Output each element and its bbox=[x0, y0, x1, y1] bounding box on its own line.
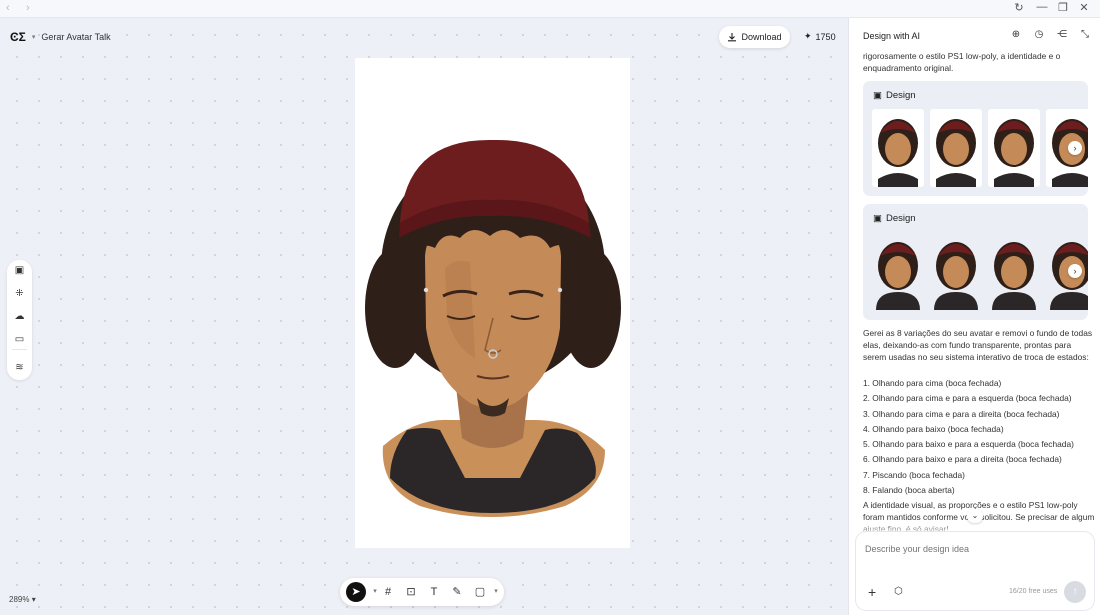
list-item: 6. Olhando para baixo e para a direita (… bbox=[863, 454, 1062, 465]
thumbnail[interactable] bbox=[988, 232, 1040, 310]
bottom-toolbar: ➤ ▾ # ⊡ T ✎ ▢ ▾ bbox=[340, 578, 504, 606]
chevron-down-icon[interactable]: ▾ bbox=[489, 585, 503, 599]
text-tool-icon[interactable]: T bbox=[427, 585, 441, 599]
artboard[interactable] bbox=[355, 58, 630, 548]
design-idea-input[interactable] bbox=[865, 544, 1085, 554]
folder-icon[interactable]: ▭ bbox=[7, 334, 32, 345]
list-item: 7. Piscando (boca fechada) bbox=[863, 469, 965, 480]
panel-title: Design with AI bbox=[863, 31, 921, 41]
pen-tool-icon[interactable]: ✎ bbox=[450, 585, 464, 599]
chevron-right-icon[interactable]: › bbox=[1068, 264, 1082, 278]
select-tool-icon[interactable]: ➤ bbox=[346, 582, 366, 602]
chevron-right-icon[interactable]: › bbox=[1068, 141, 1082, 155]
chevron-down-icon: ▾ bbox=[31, 595, 36, 604]
share-icon[interactable]: ⋲ bbox=[1055, 29, 1069, 40]
refresh-icon[interactable]: ↻ bbox=[1011, 1, 1027, 14]
close-icon[interactable]: ✕ bbox=[1076, 1, 1092, 14]
sparkle-icon: ✦ bbox=[804, 31, 812, 41]
add-attachment-icon[interactable]: + bbox=[868, 584, 876, 600]
project-menu[interactable]: ϾΣ ▾ Gerar Avatar Talk bbox=[10, 30, 111, 44]
history-icon[interactable]: ◷ bbox=[1032, 29, 1046, 40]
intro-text: rigorosamente o estilo PS1 low-poly, a i… bbox=[863, 51, 1061, 73]
prompt-composer: + ⬡ 16/20 free uses ↑ bbox=[856, 532, 1094, 610]
card-title-label: Design bbox=[885, 213, 916, 224]
back-icon[interactable]: ‹ bbox=[6, 2, 10, 14]
thumbnail[interactable] bbox=[988, 109, 1040, 187]
design-icon: ▣ bbox=[873, 90, 882, 101]
download-label: Download bbox=[741, 32, 782, 42]
toolbar-divider bbox=[12, 349, 27, 350]
list-item: 2. Olhando para cima e para a esquerda (… bbox=[863, 393, 1072, 404]
zoom-level: 289% bbox=[9, 595, 30, 604]
list-item: 1. Olhando para cima (boca fechada) bbox=[863, 378, 1002, 388]
thumbnail[interactable] bbox=[930, 109, 982, 187]
frame-tool-icon[interactable]: # bbox=[381, 585, 395, 599]
list-item: 4. Olhando para baixo (boca fechada) bbox=[863, 423, 1004, 434]
avatar-image[interactable] bbox=[355, 58, 630, 548]
design-result-card[interactable]: ▣ Design › bbox=[863, 204, 1088, 320]
design-icon: ▣ bbox=[873, 213, 882, 224]
card-title-label: Design bbox=[885, 90, 916, 101]
thumbnail-strip bbox=[872, 109, 1088, 187]
chevron-down-icon[interactable]: ▾ bbox=[368, 585, 382, 599]
media-icon[interactable]: ▣ bbox=[7, 265, 32, 276]
elements-icon[interactable]: ⁜ bbox=[7, 288, 32, 299]
send-button[interactable]: ↑ bbox=[1064, 581, 1086, 603]
project-title[interactable]: Gerar Avatar Talk bbox=[41, 32, 110, 42]
list-item: 8. Falando (boca aberta) bbox=[863, 485, 955, 496]
list-item: 5. Olhando para baixo e para a esquerda … bbox=[863, 439, 1074, 450]
thumbnail[interactable] bbox=[872, 109, 924, 187]
shape-tool-icon[interactable]: ▢ bbox=[473, 585, 487, 599]
summary-text: Gerei as 8 variações do seu avatar e rem… bbox=[863, 328, 1093, 362]
download-button[interactable]: Download bbox=[719, 26, 790, 48]
list-item: 3. Olhando para cima e para a direita (b… bbox=[863, 408, 1060, 419]
minimize-icon[interactable]: — bbox=[1034, 1, 1050, 13]
design-result-card[interactable]: ▣ Design › bbox=[863, 81, 1088, 196]
card-title: ▣ Design bbox=[873, 90, 916, 101]
new-chat-icon[interactable]: ⊕ bbox=[1009, 29, 1023, 40]
scroll-down-button[interactable]: ⌄ bbox=[967, 509, 983, 523]
thumbnail-strip bbox=[872, 232, 1088, 310]
layers-icon[interactable]: ≋ bbox=[7, 362, 32, 373]
credits-counter[interactable]: ✦ 1750 bbox=[804, 31, 836, 42]
restore-icon[interactable]: ❐ bbox=[1055, 1, 1071, 14]
credits-value: 1750 bbox=[815, 31, 836, 42]
variations-list: 1. Olhando para cima (boca fechada) 2. O… bbox=[863, 378, 1074, 500]
upload-cloud-icon[interactable]: ☁ bbox=[7, 311, 32, 322]
download-icon bbox=[728, 33, 737, 42]
zoom-control[interactable]: 289% ▾ bbox=[9, 595, 36, 604]
window-title-bar: ‹ › ↻ — ❐ ✕ bbox=[0, 0, 1100, 18]
image-tool-icon[interactable]: ⊡ bbox=[404, 585, 418, 599]
free-uses-counter: 16/20 free uses bbox=[1009, 588, 1058, 595]
thumbnail[interactable] bbox=[930, 232, 982, 310]
card-title: ▣ Design bbox=[873, 213, 916, 224]
chevron-down-icon[interactable]: ▾ bbox=[32, 33, 36, 41]
forward-icon[interactable]: › bbox=[26, 2, 30, 14]
collapse-icon[interactable]: ⤡ bbox=[1078, 29, 1092, 40]
app-logo-icon[interactable]: ϾΣ bbox=[10, 30, 26, 44]
thumbnail[interactable] bbox=[872, 232, 924, 310]
left-toolbar: ▣ ⁜ ☁ ▭ ≋ bbox=[7, 260, 32, 380]
model-cube-icon[interactable]: ⬡ bbox=[894, 586, 903, 597]
